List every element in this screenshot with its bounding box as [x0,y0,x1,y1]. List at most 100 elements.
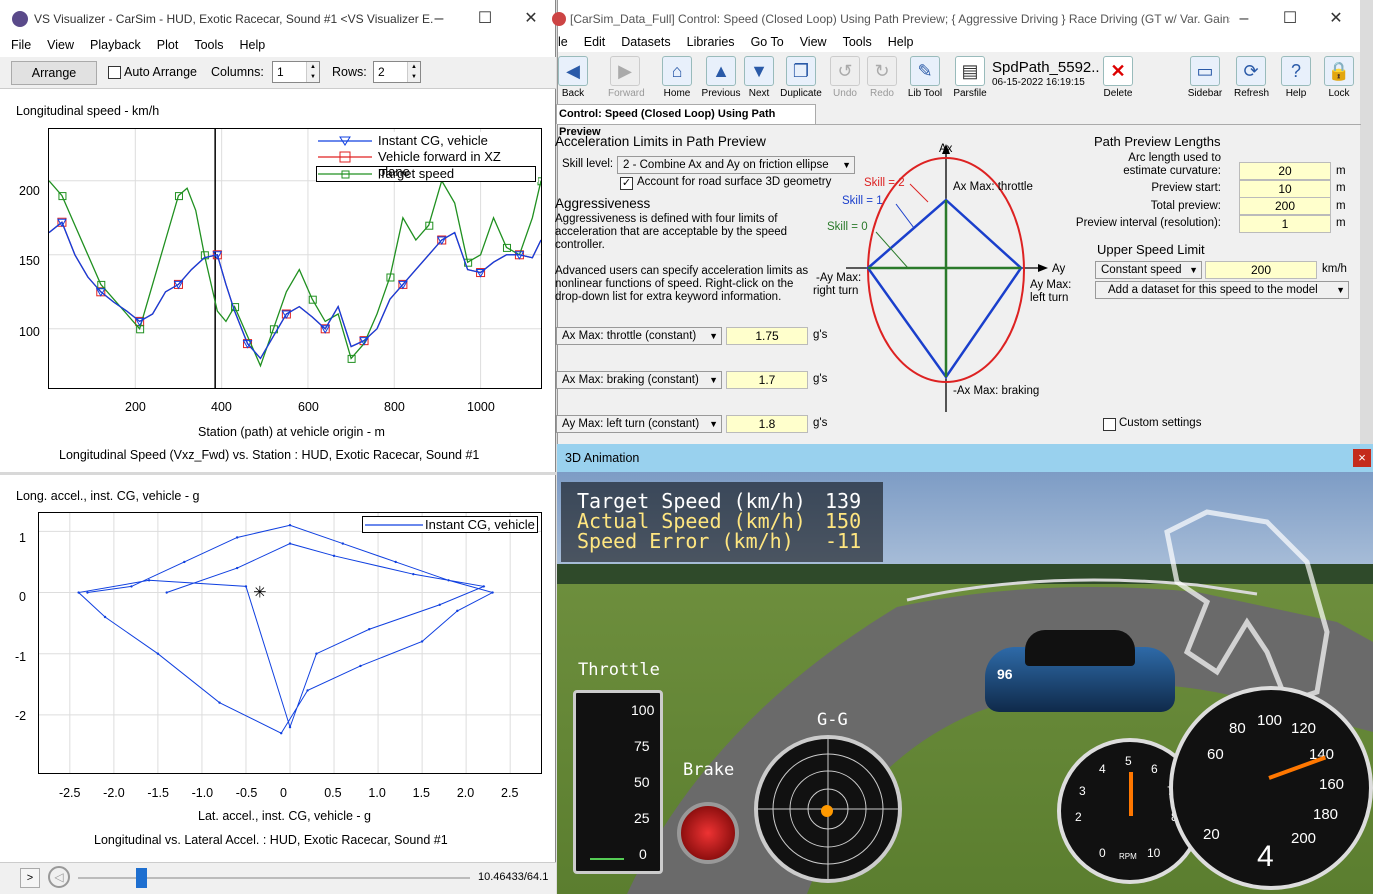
toolbar-label: Redo [870,88,894,99]
limit-braking-value[interactable]: 1.7 [726,371,808,389]
auto-arrange-checkbox[interactable] [108,66,121,79]
menu-libraries[interactable]: Libraries [679,32,743,52]
lock-button[interactable]: 🔒 Lock [1324,56,1354,99]
parsfile-button[interactable]: ▤ Parsfile [953,56,987,99]
preview-start-input[interactable]: 10 [1239,180,1331,198]
sidebar-button[interactable]: ▭ Sidebar [1186,56,1224,99]
tab-control-speed[interactable]: Control: Speed (Closed Loop) Using Path … [556,104,816,138]
speedometer-gauge: 20 60 80 100 120 140 160 180 200 4 [1169,686,1373,890]
legend-label: Instant CG, vehicle [378,133,488,148]
throttle-gauge: 100 75 50 25 0 [573,690,663,874]
add-dataset-dropdown[interactable]: Add a dataset for this speed to the mode… [1095,281,1349,299]
forward-button[interactable]: ▶ Forward [608,56,645,99]
menu-help[interactable]: Help [232,35,274,55]
menu-plot[interactable]: Plot [149,35,187,55]
next-button[interactable]: ▼ Next [744,56,774,99]
maximize-icon[interactable]: ☐ [1267,6,1313,34]
down-arrow-icon: ▼ [744,56,774,86]
lib-tool-button[interactable]: ✎ Lib Tool [906,56,944,99]
help-button[interactable]: ? Help [1279,56,1313,99]
play-button[interactable]: > [20,868,40,888]
legend-label: Instant CG, vehicle [425,517,535,532]
plot2-area[interactable]: ✳ Instant CG, vehicle [38,512,542,774]
minimize-icon[interactable]: – [416,6,462,34]
back-button[interactable]: ◀ Back [558,56,588,99]
home-button[interactable]: ⌂ Home [660,56,694,99]
spinner-arrows-icon[interactable]: ▲ ▼ [306,62,319,82]
previous-button[interactable]: ▲ Previous [701,56,741,99]
refresh-button[interactable]: ⟳ Refresh [1234,56,1269,99]
sound-mute-icon[interactable]: ◁ [48,866,70,888]
maximize-icon[interactable]: ☐ [462,6,508,34]
adv-text: Advanced users can specify acceleration … [555,265,809,277]
app-logo-icon [12,11,28,27]
menu-tools[interactable]: Tools [835,32,880,52]
data-point [165,591,168,594]
menu-help[interactable]: Help [880,32,922,52]
legend-marker-triangle-icon [318,136,372,146]
plot-separator[interactable] [0,472,556,475]
custom-settings-checkbox[interactable] [1103,418,1116,431]
limit-throttle-dropdown[interactable]: Ax Max: throttle (constant) [556,327,722,345]
data-point [288,524,292,527]
limit-braking-dropdown[interactable]: Ax Max: braking (constant) [556,371,722,389]
close-icon[interactable]: ✕ [508,6,554,34]
preview-interval-input[interactable]: 1 [1239,215,1331,233]
delete-x-icon: ✕ [1103,56,1133,86]
rpm-tick: 4 [1099,762,1106,776]
limit-label: Ay Max: left turn (constant) [562,418,700,430]
undo-button[interactable]: ↺ Undo [828,56,862,99]
data-point [368,628,371,631]
menu-view[interactable]: View [39,35,82,55]
menu-playback[interactable]: Playback [82,35,149,55]
speed-mode-dropdown[interactable]: Constant speed [1095,261,1202,279]
plot1-ytick: 150 [19,254,40,268]
aggr-text: controller. [555,239,605,251]
arc-length-input[interactable]: 20 [1239,162,1331,180]
data-point [156,652,160,655]
throttle-tick: 100 [631,702,655,718]
menu-file[interactable]: File [3,35,39,55]
menu-view[interactable]: View [792,32,835,52]
limit-left-turn-value[interactable]: 1.8 [726,415,808,433]
speed-tick: 80 [1229,720,1246,737]
dataset-name: SpdPath_5592.. [992,59,1100,76]
diagram-ay-left-label: left turn [1030,292,1069,304]
menu-file[interactable]: le [558,32,576,52]
minimize-icon[interactable]: – [1221,6,1267,34]
cs-menubar: le Edit Datasets Libraries Go To View To… [558,32,1360,52]
upper-speed-limit-title: Upper Speed Limit [1097,242,1205,257]
rows-spinner[interactable]: 2 ▲ ▼ [373,61,421,83]
menu-datasets[interactable]: Datasets [613,32,678,52]
upper-speed-input[interactable]: 200 [1205,261,1317,279]
plot1-area[interactable]: Instant CG, vehicle Vehicle forward in X… [48,128,542,389]
account-3d-checkbox[interactable]: ✓ [620,177,633,190]
menu-tools[interactable]: Tools [186,35,231,55]
throttle-fill [590,858,624,860]
menu-edit[interactable]: Edit [576,32,614,52]
data-point [77,591,80,594]
arrange-button[interactable]: Arrange [11,61,97,85]
limit-throttle-value[interactable]: 1.75 [726,327,808,345]
close-icon[interactable]: × [1353,449,1371,467]
diagram-ay-left-label: Ay Max: [1030,279,1072,291]
plot1-xtick: 200 [125,400,146,414]
rpm-tick: 5 [1125,754,1132,768]
spinner-arrows-icon[interactable]: ▲ ▼ [407,62,420,82]
scene-viewport[interactable]: Target Speed (km/h) 139 Actual Speed (km… [557,472,1373,894]
redo-button[interactable]: ↻ Redo [865,56,899,99]
series-line-2 [49,221,541,360]
total-preview-input[interactable]: 200 [1239,197,1331,215]
delete-button[interactable]: ✕ Delete [1101,56,1135,99]
ppl-label: Preview start: [1151,182,1221,194]
columns-spinner[interactable]: 1 ▲ ▼ [272,61,320,83]
limit-left-turn-dropdown[interactable]: Ay Max: left turn (constant) [556,415,722,433]
close-icon[interactable]: ✕ [1313,6,1359,34]
menu-goto[interactable]: Go To [743,32,792,52]
data-point [359,664,362,668]
duplicate-button[interactable]: ❐ Duplicate [779,56,823,99]
diagram-ax-label: Ax [939,143,953,155]
time-slider-thumb[interactable] [135,868,147,888]
toolbar-label: Sidebar [1187,88,1223,99]
speed-tick: 200 [1291,830,1317,847]
